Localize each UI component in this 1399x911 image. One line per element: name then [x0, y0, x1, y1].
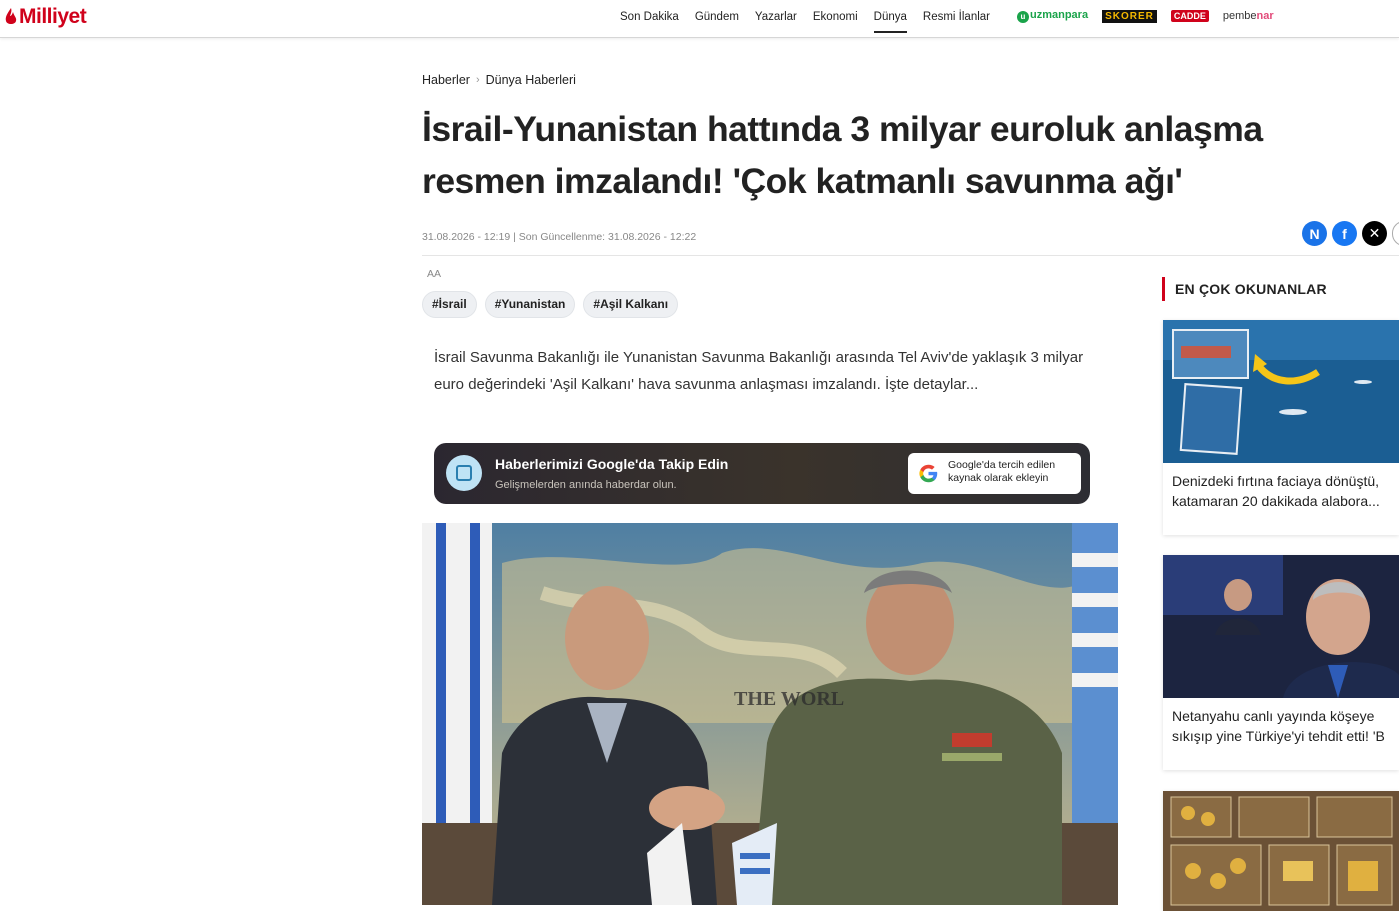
share-buttons: N f ✕ — [1302, 221, 1399, 246]
x-share-icon[interactable]: ✕ — [1362, 221, 1387, 246]
tag-israil[interactable]: #İsrail — [422, 291, 477, 318]
most-read-caption-2: Netanyahu canlı yayında köşeye sıkışıp y… — [1172, 708, 1385, 744]
breadcrumb-haberler[interactable]: Haberler — [422, 73, 470, 87]
most-read-image-1 — [1163, 320, 1399, 463]
most-read-card-3[interactable] — [1163, 791, 1399, 911]
divider — [422, 255, 1399, 256]
tv-studio-image — [1163, 555, 1399, 698]
pembenar-label-b: nar — [1256, 10, 1274, 22]
google-follow-subtitle: Gelişmelerden anında haberdar olun. — [495, 479, 677, 491]
article-title: İsrail-Yunanistan hattında 3 milyar euro… — [422, 109, 1263, 201]
facebook-share-icon[interactable]: f — [1332, 221, 1357, 246]
cadde-link[interactable]: CADDE — [1170, 10, 1209, 22]
most-read-image-2 — [1163, 555, 1399, 698]
signing-ceremony-image: THE WORL — [422, 523, 1118, 905]
font-size-toggle[interactable]: AA — [427, 268, 441, 280]
google-news-share-icon[interactable]: N — [1302, 221, 1327, 246]
google-g-icon — [919, 464, 938, 483]
google-follow-banner: Haberlerimizi Google'da Takip Edin Geliş… — [434, 443, 1090, 504]
pembenar-label-a: pembe — [1222, 10, 1257, 22]
article-photo: THE WORL — [422, 523, 1118, 905]
nav-gundem[interactable]: Gündem — [695, 0, 739, 36]
tag-asil-kalkani[interactable]: #Aşil Kalkanı — [583, 291, 679, 318]
most-read-card-1[interactable]: Denizdeki fırtına faciaya dönüştü, katam… — [1163, 320, 1399, 535]
breadcrumb: Haberler › Dünya Haberleri — [422, 73, 576, 87]
more-share-icon[interactable] — [1392, 221, 1399, 246]
most-read-title: EN ÇOK OKUNANLAR — [1162, 277, 1327, 301]
top-header: Milliyet Son Dakika Gündem Yazarlar Ekon… — [0, 0, 1399, 38]
skorer-link[interactable]: SKORER — [1102, 9, 1157, 23]
google-preferred-source-button[interactable]: Google'da tercih edilen kaynak olarak ek… — [908, 453, 1081, 494]
milliyet-logo[interactable]: Milliyet — [5, 4, 87, 30]
most-read-caption-1: Denizdeki fırtına faciaya dönüştü, katam… — [1172, 473, 1380, 509]
article-meta: 31.08.2026 - 12:19 | Son Güncellenme: 31… — [422, 231, 697, 243]
nav-yazarlar[interactable]: Yazarlar — [755, 0, 797, 36]
nav-dunya[interactable]: Dünya — [873, 0, 908, 36]
most-read-image-3 — [1163, 791, 1399, 911]
chevron-right-icon: › — [475, 74, 480, 86]
partner-links: u uzmanpara SKORER CADDE pembenar — [1017, 8, 1288, 24]
breadcrumb-dunya-haberleri[interactable]: Dünya Haberleri — [486, 73, 576, 87]
uzmanpara-label: uzmanpara — [1030, 9, 1089, 21]
uzmanpara-link[interactable]: u uzmanpara — [1017, 9, 1088, 23]
pembenar-link[interactable]: pembenar — [1223, 10, 1274, 22]
google-news-icon — [446, 455, 482, 491]
sea-boat-image — [1163, 320, 1399, 463]
tag-list: #İsrail #Yunanistan #Aşil Kalkanı — [422, 291, 686, 318]
main-nav: Son Dakika Gündem Yazarlar Ekonomi Dünya… — [612, 0, 998, 36]
flame-icon — [5, 8, 17, 24]
tag-yunanistan[interactable]: #Yunanistan — [484, 291, 576, 318]
google-follow-title: Haberlerimizi Google'da Takip Edin — [495, 456, 729, 472]
svg-text:THE WORL: THE WORL — [734, 688, 844, 710]
nav-ekonomi[interactable]: Ekonomi — [813, 0, 858, 36]
nav-resmi-ilanlar[interactable]: Resmi İlanlar — [923, 0, 990, 36]
google-preferred-source-label: Google'da tercih edilen kaynak olarak ek… — [948, 459, 1056, 484]
gold-coins-image — [1163, 791, 1399, 911]
logo-text: Milliyet — [19, 5, 87, 28]
most-read-card-2[interactable]: Netanyahu canlı yayında köşeye sıkışıp y… — [1163, 555, 1399, 770]
uzmanpara-icon: u — [1017, 11, 1029, 23]
article-summary: İsrail Savunma Bakanlığı ile Yunanistan … — [434, 349, 1084, 393]
nav-son-dakika[interactable]: Son Dakika — [620, 0, 679, 36]
